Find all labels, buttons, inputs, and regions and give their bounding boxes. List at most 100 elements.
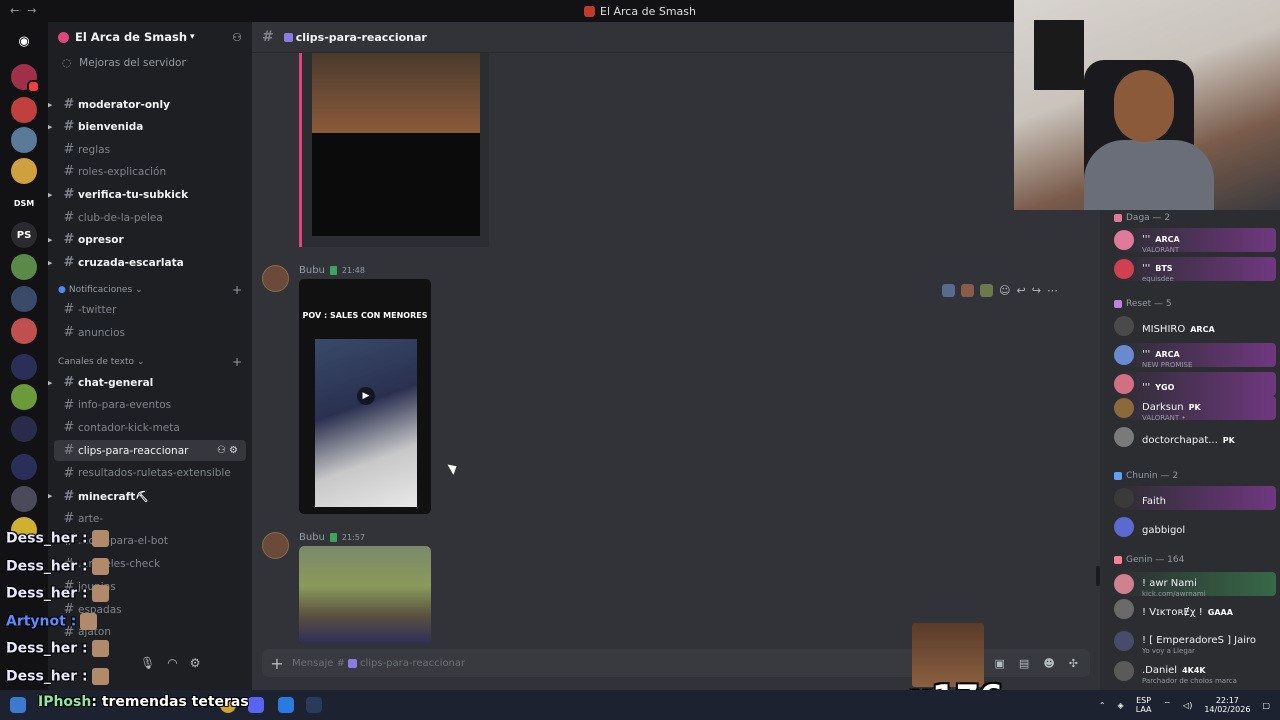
member-item[interactable]: gabbigol: [1114, 515, 1276, 539]
chevron-down-icon: ⌄: [137, 357, 145, 367]
member-item[interactable]: MISHIRO ARCA: [1114, 314, 1276, 338]
reaction-icon[interactable]: [942, 283, 955, 297]
server-icon[interactable]: [11, 384, 37, 410]
reaction-icon[interactable]: [961, 283, 974, 297]
server-boost-link[interactable]: ◌ Mejoras del servidor: [62, 57, 186, 69]
start-icon[interactable]: [10, 697, 26, 713]
webcam-person-head: [1114, 70, 1174, 142]
member-item[interactable]: ꞌꞌꞌ ARCA VALORANT: [1114, 228, 1276, 254]
discord-home-icon[interactable]: ◉: [11, 28, 37, 54]
channel-item[interactable]: # -twitter: [48, 299, 252, 320]
sticker-icon[interactable]: ☻: [1043, 657, 1054, 670]
add-attachment-icon[interactable]: +: [262, 654, 292, 673]
channel-settings-icon[interactable]: ⚇ ⚙: [217, 445, 238, 456]
steam-icon[interactable]: [306, 697, 322, 713]
server-icon[interactable]: [11, 286, 37, 312]
emote-icon: [91, 557, 109, 575]
video-embed[interactable]: [299, 53, 489, 247]
wifi-icon[interactable]: ⌔: [1164, 700, 1172, 710]
reaction-icon[interactable]: [980, 283, 993, 297]
chevron-up-icon[interactable]: ⌃: [1099, 701, 1106, 710]
channel-item[interactable]: # resultados-ruletas-extensible: [48, 463, 252, 484]
author-name[interactable]: Bubu: [299, 532, 325, 543]
author-name[interactable]: Bubu: [299, 265, 325, 276]
channel-item[interactable]: ▶ # bienvenida: [48, 116, 252, 137]
settings-icon[interactable]: ⚙: [190, 656, 201, 672]
member-item[interactable]: doctorchapat... PK: [1114, 425, 1276, 449]
avatar[interactable]: [262, 532, 289, 559]
add-reaction-icon[interactable]: ☺: [999, 284, 1010, 297]
add-channel-icon[interactable]: +: [232, 283, 242, 297]
avatar: [1114, 574, 1134, 594]
category-notifications[interactable]: ● Notificaciones ⌄ +: [58, 283, 242, 297]
channel-item[interactable]: # anuncios: [48, 322, 252, 343]
server-icon[interactable]: [11, 486, 37, 512]
forward-icon[interactable]: ↪: [1032, 284, 1041, 297]
member-item[interactable]: ꞌꞌꞌ ARCA NEW PROMISE: [1114, 343, 1276, 369]
member-item[interactable]: ! [ EmperadoreS ] Jairo Yo voy a Llegar: [1114, 629, 1276, 655]
video-thumbnail: [312, 53, 480, 133]
app-icon[interactable]: [278, 697, 294, 713]
server-icon[interactable]: [11, 64, 40, 93]
server-icon[interactable]: PS: [11, 222, 37, 248]
microphone-icon[interactable]: 🎙: [140, 656, 155, 672]
notification-icon[interactable]: ▢: [1262, 701, 1270, 710]
language-indicator[interactable]: ESP LAA: [1136, 696, 1152, 714]
channel-header: # clips-para-reaccionar: [252, 22, 1100, 53]
nav-arrows[interactable]: ←→: [10, 4, 44, 17]
gift-icon[interactable]: ▣: [995, 657, 1005, 670]
more-icon[interactable]: ⋯: [1047, 284, 1058, 297]
server-icon[interactable]: [11, 127, 37, 153]
channel-item[interactable]: # reglas: [48, 139, 252, 160]
apps-icon[interactable]: ✣: [1069, 657, 1078, 670]
message-list[interactable]: Bubu 21:48 POV : SALES CON MENORES ▶ ☺ ↩…: [252, 53, 1100, 643]
channel-item[interactable]: # club-de-la-pelea: [48, 207, 252, 228]
channel-item[interactable]: ▶ # verifica-tu-subkick: [48, 184, 252, 205]
channel-item[interactable]: ▶ # minecraft⛏: [48, 486, 252, 507]
avatar: [1114, 374, 1134, 394]
member-item[interactable]: Darksun PK VALORANT •: [1114, 396, 1276, 422]
server-icon[interactable]: [11, 254, 37, 280]
user-panel: 🎙 ◠ ⚙: [140, 656, 244, 672]
video-attachment[interactable]: [299, 546, 431, 643]
volume-icon[interactable]: ◁): [1183, 701, 1192, 710]
member-item[interactable]: ꞌꞌꞌ YGO: [1114, 372, 1276, 396]
avatar[interactable]: [262, 265, 289, 292]
member-item[interactable]: .Daniel 4K4K Parchador de cholos marca: [1114, 659, 1276, 685]
channel-item[interactable]: # info-para-eventos: [48, 395, 252, 416]
clock[interactable]: 22:17 14/02/2026: [1204, 696, 1250, 714]
member-item[interactable]: ! VɪᴋᴛᴏʀɆχ ! GAAA: [1114, 597, 1276, 621]
member-name: ꞌꞌꞌ: [1142, 348, 1151, 360]
channel-item[interactable]: ▶ # moderator-only: [48, 94, 252, 115]
server-icon[interactable]: DSM: [11, 190, 37, 216]
invite-icon[interactable]: ⚇: [232, 31, 242, 44]
category-text[interactable]: Canales de texto ⌄ +: [58, 355, 242, 369]
channel-item[interactable]: # arte-: [48, 508, 252, 529]
server-icon[interactable]: [11, 97, 37, 123]
channel-label: clips-para-reaccionar: [78, 444, 189, 457]
member-item[interactable]: ! awr Nami kick.com/awrnami: [1114, 572, 1276, 598]
channel-item[interactable]: ▶ # opresor: [48, 229, 252, 250]
member-item[interactable]: ꞌꞌꞌ BTS equisdee: [1114, 257, 1276, 283]
channel-item[interactable]: # contador-kick-meta: [48, 417, 252, 438]
channel-item[interactable]: # clips-para-reaccionar ⚇ ⚙: [54, 440, 246, 462]
reply-icon[interactable]: ↩: [1016, 284, 1025, 297]
channel-item[interactable]: ▶ # chat-general: [48, 372, 252, 393]
member-item[interactable]: Faith: [1114, 486, 1276, 510]
discord-icon[interactable]: [248, 697, 264, 713]
network-icon[interactable]: ◈: [1118, 701, 1124, 710]
server-icon[interactable]: [11, 318, 37, 344]
folder-icon[interactable]: [11, 454, 37, 480]
channel-item[interactable]: # roles-explicación: [48, 161, 252, 182]
play-icon[interactable]: ▶: [357, 387, 375, 405]
headphones-icon[interactable]: ◠: [167, 656, 177, 672]
add-channel-icon[interactable]: +: [232, 355, 242, 369]
server-icon[interactable]: [11, 416, 37, 442]
gif-icon[interactable]: ▤: [1019, 657, 1029, 670]
video-attachment[interactable]: POV : SALES CON MENORES ▶: [299, 279, 431, 514]
server-header[interactable]: El Arca de Smash ▾ ⚇: [48, 22, 252, 52]
channel-item[interactable]: ▶ # cruzada-escarlata: [48, 252, 252, 273]
video-player[interactable]: [312, 53, 480, 236]
server-icon[interactable]: [11, 158, 37, 184]
folder-icon[interactable]: [11, 354, 37, 380]
